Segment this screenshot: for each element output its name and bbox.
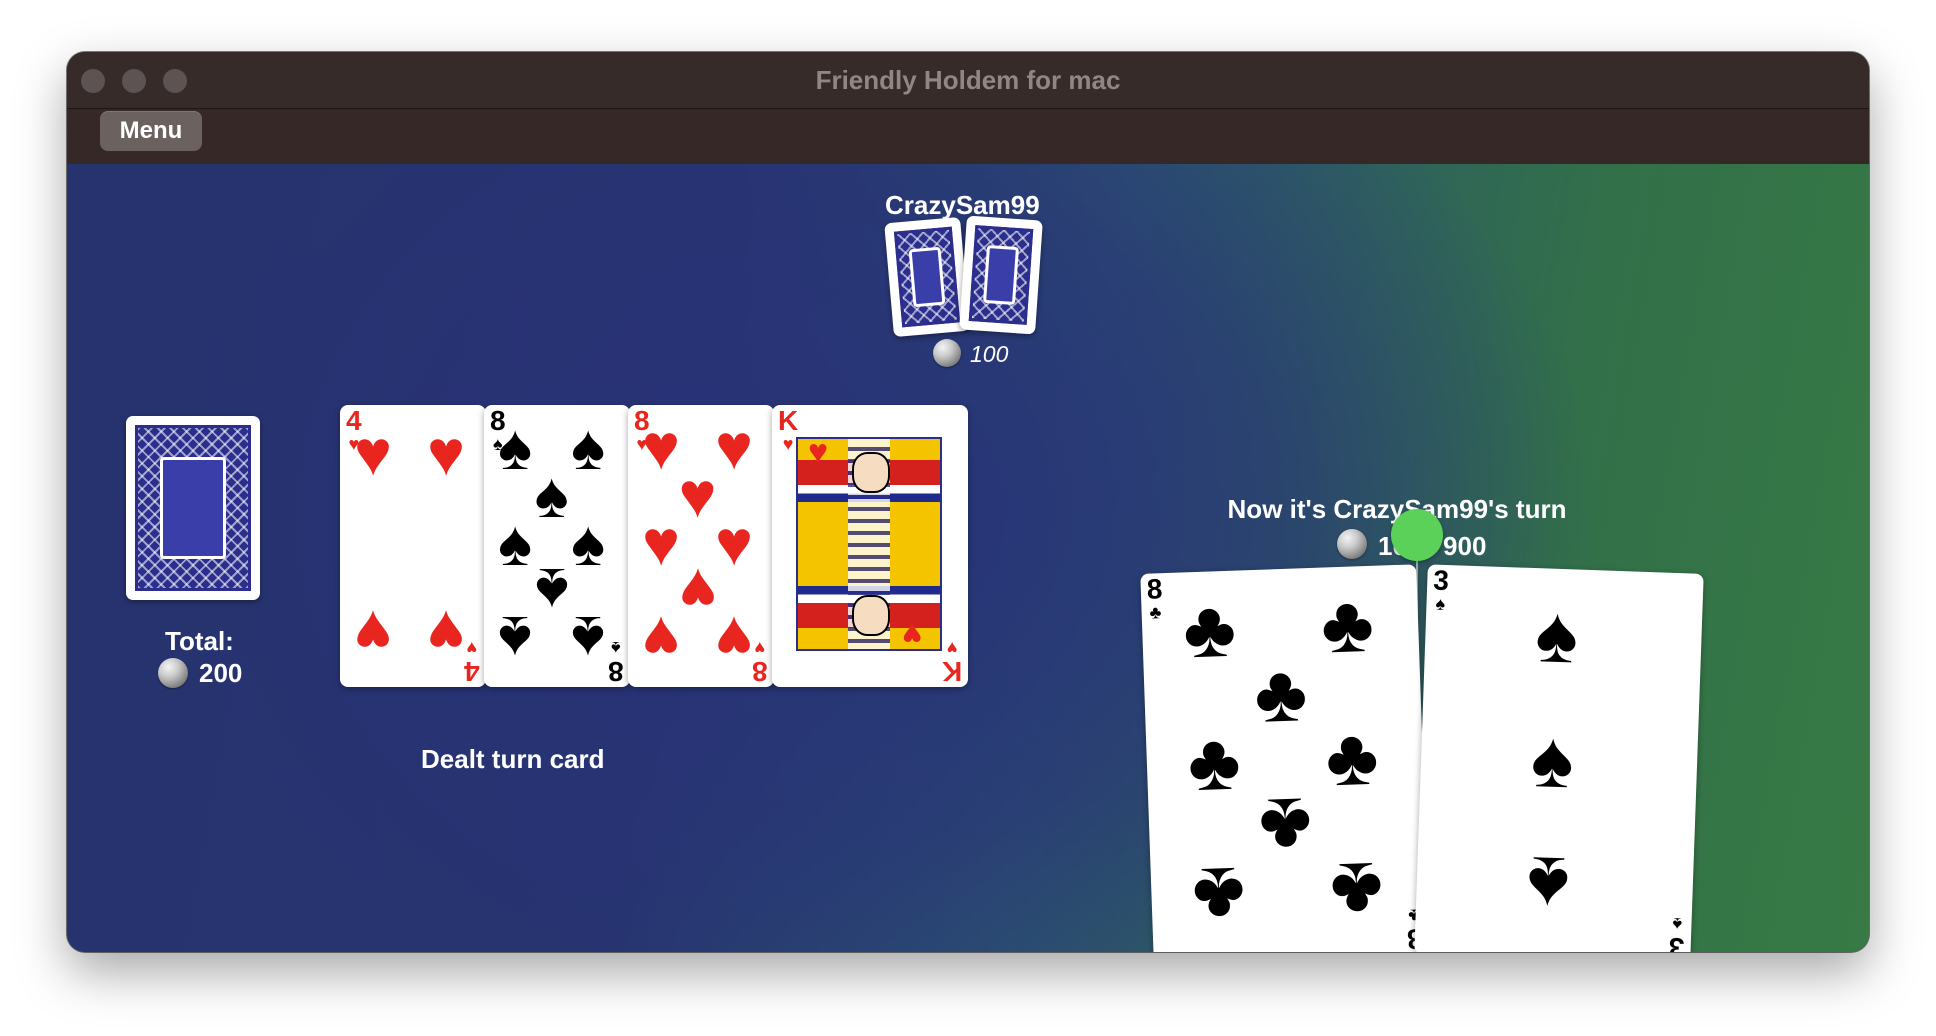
card-pip: ♥ <box>715 506 754 579</box>
player-card[interactable]: 8♣8♣♣♣♣♣♣♣♣♣ <box>1140 564 1430 952</box>
card-suit: ♣ <box>1149 602 1162 623</box>
card-corner-bottom: 8 ♠ <box>608 638 624 687</box>
card-pip: ♣ <box>1186 716 1242 808</box>
chip-icon <box>933 339 961 367</box>
card-pip: ♥ <box>427 597 466 670</box>
card-pip: ♥ <box>354 597 393 670</box>
card-corner-bottom: 4 ♥ <box>464 638 480 687</box>
menu-button[interactable]: Menu <box>100 111 202 151</box>
card-pip: ♥ <box>642 506 681 579</box>
community-card: 4 ♥ 4 ♥ ♥ ♥ ♥ ♥ <box>340 405 486 687</box>
chip-icon <box>1337 529 1367 559</box>
card-pip: ♥ <box>354 416 393 489</box>
card-pip: ♠ <box>498 410 533 483</box>
card-pip: ♠ <box>571 410 606 483</box>
chip-icon <box>158 658 188 688</box>
card-suit: ♥ <box>754 638 766 658</box>
status-message: Dealt turn card <box>421 744 605 774</box>
deck[interactable] <box>126 416 260 600</box>
opponent-card-1 <box>884 216 970 338</box>
card-pip: ♣ <box>1252 647 1309 739</box>
card-corner-bottom: 3 ♠ <box>1668 914 1686 952</box>
card-rank: 8 <box>608 656 624 687</box>
card-rank: 3 <box>1432 564 1450 597</box>
card-pip: ♣ <box>1324 711 1380 803</box>
card-pip: ♠ <box>498 602 533 675</box>
card-rank: K <box>778 405 799 436</box>
card-rank: 4 <box>464 656 480 687</box>
player-card[interactable]: 3 ♠ 3 ♠ ♠ ♠ ♠ <box>1414 564 1704 952</box>
card-pip: ♣ <box>1257 781 1314 873</box>
card-pip: ♥ <box>678 554 717 627</box>
card-pip: ♥ <box>808 433 829 471</box>
community-card: K ♥ K ♥ ♥ ♥ <box>772 405 968 687</box>
community-card: 8 ♥ 8 ♥ ♥ ♥ ♥ ♥ ♥ ♥ ♥ ♥ <box>628 405 774 687</box>
card-pip: ♠ <box>571 602 606 675</box>
toolbar: Menu <box>67 109 1869 164</box>
card-suit: ♠ <box>1672 914 1683 935</box>
card-pip: ♥ <box>642 410 681 483</box>
turn-indicator-icon <box>1391 509 1443 561</box>
poker-table: CrazySam99 100 Total: 200 4 ♥ 4 ♥ ♥ ♥ ♥ ♥ 8 ♠ 8 ♠ ♠ ♠… <box>67 164 1869 952</box>
card-rank: 8 <box>1146 573 1163 605</box>
card-pip: ♣ <box>1191 850 1247 941</box>
card-suit: ♠ <box>611 638 621 658</box>
card-pip: ♣ <box>1319 579 1376 671</box>
card-corner-bottom: 8 ♥ <box>752 638 768 687</box>
card-pip: ♠ <box>1525 839 1571 931</box>
card-pip: ♥ <box>427 416 466 489</box>
opponent-name: CrazySam99 <box>885 190 1040 220</box>
card-pip: ♣ <box>1181 584 1238 675</box>
card-corner: 8 ♣ <box>1146 573 1163 623</box>
card-pip: ♥ <box>902 615 923 653</box>
opponent-card-2 <box>959 215 1043 335</box>
card-suit: ♥ <box>946 638 958 658</box>
card-back-icon <box>893 226 961 328</box>
card-back-icon <box>968 225 1034 325</box>
card-pip: ♥ <box>715 410 754 483</box>
community-card: 8 ♠ 8 ♠ ♠ ♠ ♠ ♠ ♠ ♠ ♠ ♠ <box>484 405 630 687</box>
card-rank: 3 <box>1668 931 1686 952</box>
pot-amount: 200 <box>199 658 243 688</box>
card-back-icon <box>135 425 251 591</box>
app-window: Friendly Holdem for mac Menu CrazySam99 … <box>67 52 1869 952</box>
card-pip: ♠ <box>534 458 569 531</box>
title-bar: Friendly Holdem for mac <box>67 52 1869 109</box>
opponent-bet: 100 <box>970 341 1009 367</box>
window-title: Friendly Holdem for mac <box>815 65 1121 95</box>
card-rank: 8 <box>752 656 768 687</box>
card-pip: ♠ <box>1533 589 1580 680</box>
card-pip: ♠ <box>534 554 569 627</box>
card-pip: ♣ <box>1328 845 1385 937</box>
card-pip: ♠ <box>1529 714 1576 805</box>
card-pip: ♥ <box>715 602 754 675</box>
card-pip: ♠ <box>498 506 533 579</box>
card-pip: ♥ <box>678 458 717 531</box>
pot-label: Total: <box>165 626 234 656</box>
card-pip: ♥ <box>642 602 681 675</box>
card-corner: 3 ♠ <box>1432 564 1450 614</box>
card-suit: ♠ <box>1435 593 1446 614</box>
card-rank: K <box>941 656 962 687</box>
card-suit: ♥ <box>466 638 478 658</box>
card-pip: ♠ <box>571 506 606 579</box>
card-corner-bottom: K ♥ <box>941 638 962 687</box>
